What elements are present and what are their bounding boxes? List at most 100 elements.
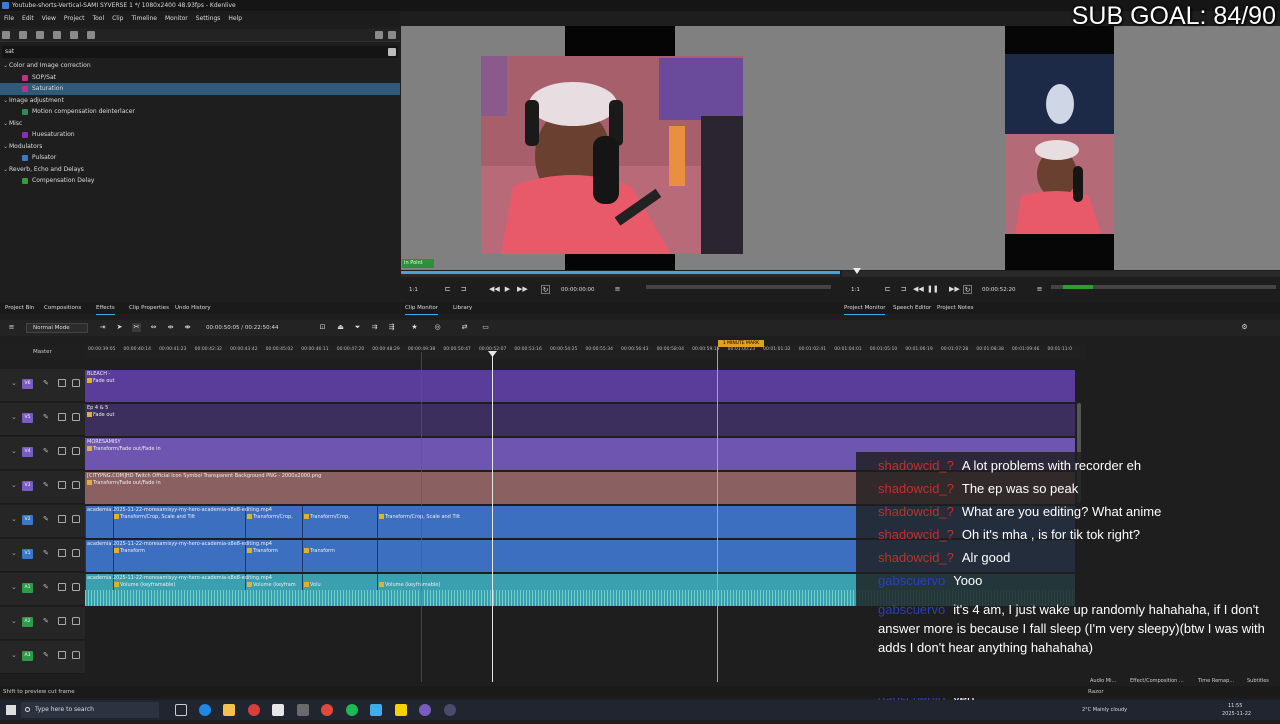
tab-clip-properties[interactable]: Clip Properties <box>129 302 169 314</box>
tab-compositions[interactable]: Compositions <box>44 302 81 314</box>
effect-category[interactable]: ⌄Reverb, Echo and Delays <box>0 164 400 176</box>
effect-item[interactable]: Huesaturation <box>0 129 400 141</box>
menu-help[interactable]: Help <box>224 12 246 26</box>
effects-search-input[interactable]: sat <box>2 46 398 58</box>
tab-undo-history[interactable]: Undo History <box>175 302 211 314</box>
project-monitor-ruler[interactable] <box>842 268 1280 277</box>
sticky-notes-icon[interactable] <box>395 704 407 716</box>
timeline-clip[interactable]: BLEACH - Fade out <box>85 370 1075 402</box>
minute-marker[interactable]: 1 MINUTE MARK <box>718 340 764 347</box>
chat-username[interactable]: gabscuervo <box>878 602 945 617</box>
extract-icon[interactable]: ⏷ <box>353 323 362 332</box>
file-explorer-icon[interactable] <box>223 704 235 716</box>
project-pause-icon[interactable]: ❚❚ <box>927 285 939 294</box>
app-icon[interactable] <box>272 704 284 716</box>
chat-username[interactable]: shadowcid_? <box>878 550 954 565</box>
menu-view[interactable]: View <box>38 12 60 26</box>
discord-icon[interactable] <box>419 704 431 716</box>
timeline-settings-icon[interactable]: ⚙ <box>1240 323 1249 332</box>
mixer-icon[interactable]: ⇄ <box>460 323 469 332</box>
clip-loop-icon[interactable]: ↻ <box>541 285 550 294</box>
menu-tool[interactable]: Tool <box>88 12 108 26</box>
menu-settings[interactable]: Settings <box>192 12 225 26</box>
clip-menu-icon[interactable]: ≡ <box>613 285 622 294</box>
tab-subtitles[interactable]: Subtitles <box>1247 675 1269 687</box>
clip-out-icon[interactable]: ⊐ <box>459 285 468 294</box>
chat-username[interactable]: shadowcid_? <box>878 527 954 542</box>
tab-project-monitor[interactable]: Project Monitor <box>844 302 886 315</box>
custom-effects-icon[interactable] <box>53 31 62 39</box>
project-monitor-playhead[interactable] <box>853 268 861 274</box>
tab-clip-monitor[interactable]: Clip Monitor <box>405 302 439 315</box>
project-loop-icon[interactable]: ↻ <box>963 285 972 294</box>
chat-username[interactable]: shadowcid_? <box>878 504 954 519</box>
tab-time-remap[interactable]: Time Remap... <box>1198 675 1234 687</box>
tab-effect-composition[interactable]: Effect/Composition ... <box>1130 675 1184 687</box>
favorites-star-icon[interactable] <box>70 31 79 39</box>
download-icon[interactable] <box>87 31 96 39</box>
effect-item[interactable]: Pulsator <box>0 152 400 164</box>
spacer-tool-icon[interactable]: ⇔ <box>149 323 158 332</box>
media-app-icon[interactable] <box>444 704 456 716</box>
effect-item[interactable]: Compensation Delay <box>0 175 400 187</box>
clip-rewind-icon[interactable]: ◀◀ <box>489 285 500 294</box>
subtitle-icon[interactable]: ▭ <box>481 323 490 332</box>
clip-forward-icon[interactable]: ▶▶ <box>517 285 528 294</box>
spotify-icon[interactable] <box>346 704 358 716</box>
tab-project-notes[interactable]: Project Notes <box>937 302 973 314</box>
ripple-tool-icon[interactable]: ⇹ <box>166 323 175 332</box>
taskbar-search-input[interactable]: Type here to search <box>21 702 159 718</box>
snap-icon[interactable]: ◎ <box>433 323 442 332</box>
edge-browser-icon[interactable] <box>199 704 211 716</box>
tab-project-bin[interactable]: Project Bin <box>5 302 34 314</box>
overwrite-icon[interactable]: ⇉ <box>370 323 379 332</box>
timeline-playhead[interactable] <box>492 352 493 682</box>
timeline-ruler[interactable]: 00:00:39:05 00:00:40:14 00:00:41:23 00:00:4… <box>85 345 1085 359</box>
start-windows-icon[interactable] <box>6 705 16 715</box>
clip-monitor-ruler[interactable] <box>401 271 840 277</box>
slip-tool-icon[interactable]: ⇼ <box>183 323 192 332</box>
timeline-timecode[interactable]: 00:00:50:05 / 00:22:50:44 <box>206 320 278 336</box>
effect-category[interactable]: ⌄Image adjustment <box>0 95 400 107</box>
tab-speech-editor[interactable]: Speech Editor <box>893 302 931 314</box>
effect-item[interactable]: Saturation <box>0 83 400 95</box>
tab-audio-mixer[interactable]: Audio Mi... <box>1090 675 1116 687</box>
weather-status[interactable]: 2°C Mainly cloudy <box>1082 707 1127 713</box>
video-effects-icon[interactable] <box>19 31 28 39</box>
timeline-menu-icon[interactable]: ≡ <box>7 323 16 332</box>
timeline-clip[interactable]: Ep 4 & 5 Fade out <box>85 404 1075 436</box>
insert-icon[interactable]: ⇥ <box>98 323 107 332</box>
select-tool-icon[interactable]: ➤ <box>115 323 124 332</box>
project-in-icon[interactable]: ⊏ <box>883 285 892 294</box>
project-out-icon[interactable]: ⊐ <box>899 285 908 294</box>
chat-username[interactable]: shadowcid_? <box>878 481 954 496</box>
fit-zoom-icon[interactable]: ⊡ <box>318 323 327 332</box>
menu-project[interactable]: Project <box>60 12 89 26</box>
effect-item[interactable]: SOP/Sat <box>0 72 400 84</box>
tab-library[interactable]: Library <box>453 302 472 314</box>
chat-username[interactable]: shadowcid_? <box>878 458 954 473</box>
menu-monitor[interactable]: Monitor <box>161 12 192 26</box>
list-view-icon[interactable] <box>2 31 10 39</box>
menu-clip[interactable]: Clip <box>108 12 127 26</box>
effect-category[interactable]: ⌄Modulators <box>0 141 400 153</box>
project-zoom-select[interactable]: 1:1 <box>851 281 860 299</box>
project-rewind-icon[interactable]: ◀◀ <box>913 285 924 294</box>
info-icon[interactable] <box>388 31 396 39</box>
clip-timecode[interactable]: 00:00:00:00 <box>561 281 595 299</box>
menu-edit[interactable]: Edit <box>18 12 38 26</box>
favorite-star-icon[interactable]: ★ <box>410 323 419 332</box>
edit-mode-select[interactable]: Normal Mode <box>26 323 88 333</box>
filter-icon[interactable] <box>375 31 383 39</box>
razor-tool-icon[interactable]: ✂ <box>132 323 141 332</box>
clock-date[interactable]: 2025-11-22 <box>1222 704 1251 724</box>
clip-in-icon[interactable]: ⊏ <box>443 285 452 294</box>
chat-username[interactable]: gabscuervo <box>878 573 945 588</box>
effect-item[interactable]: Motion compensation deinterlacer <box>0 106 400 118</box>
project-timecode[interactable]: 00:00:52:20 <box>982 281 1016 299</box>
clip-play-icon[interactable]: ▶ <box>503 285 512 294</box>
task-view-icon[interactable] <box>175 704 187 716</box>
clip-zoom-select[interactable]: 1:1 <box>409 281 418 299</box>
audio-effects-icon[interactable] <box>36 31 45 39</box>
master-track-header[interactable]: Master <box>0 345 85 359</box>
